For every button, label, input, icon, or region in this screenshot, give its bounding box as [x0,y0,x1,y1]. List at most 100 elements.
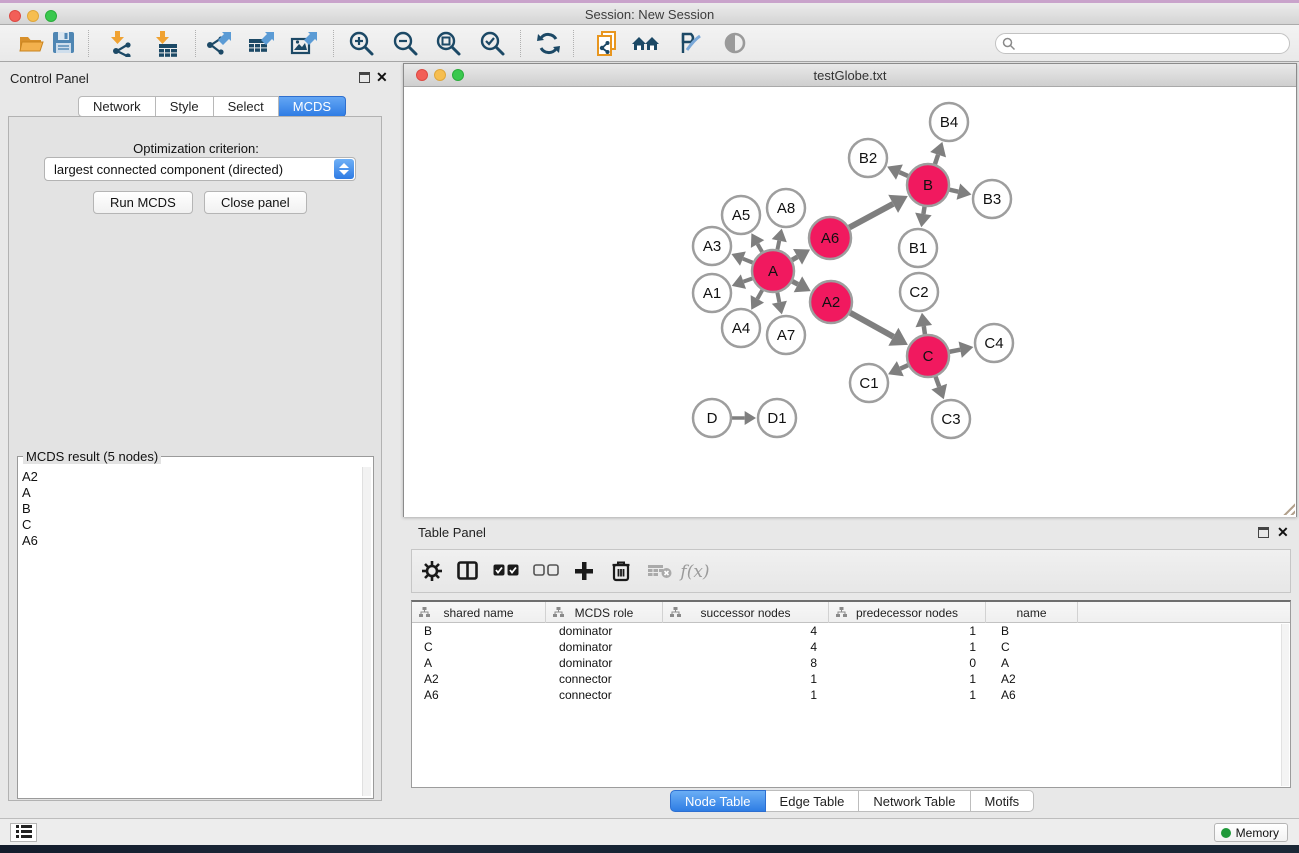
table-cell[interactable]: A [986,655,1078,671]
table-cell[interactable]: A6 [412,687,546,703]
table-cell[interactable]: C [412,639,546,655]
table-cell[interactable]: 1 [663,687,829,703]
edge-A-A7[interactable] [777,293,779,303]
refresh-icon[interactable] [533,30,563,58]
show-hide-icon[interactable] [720,30,750,58]
result-item[interactable]: C [22,517,352,533]
table-cell[interactable]: dominator [546,639,663,655]
table-row[interactable]: Adominator80A [412,655,1290,671]
table-row[interactable]: Cdominator41C [412,639,1290,655]
edge-B-B3[interactable] [949,190,958,192]
import-network-icon[interactable] [105,30,135,58]
add-column-icon[interactable] [568,557,600,587]
edge-A2-C[interactable] [850,313,893,337]
network-view-window[interactable]: testGlobe.txt AA1A2A3A4A5A6A7A8BB1B2B3B4… [403,63,1297,517]
result-scrollbar[interactable] [362,467,371,796]
tab-select[interactable]: Select [214,96,279,117]
run-mcds-button[interactable]: Run MCDS [93,191,193,214]
session-titlebar[interactable]: Session: New Session [0,3,1299,25]
table-cell[interactable]: 4 [663,639,829,655]
table-cell[interactable]: dominator [546,655,663,671]
column-header-MCDS-role[interactable]: MCDS role [546,602,663,623]
tab-node-table[interactable]: Node Table [670,790,766,812]
column-layout-icon[interactable] [452,557,484,587]
edge-A-A3[interactable] [743,259,753,263]
table-cell[interactable]: dominator [546,623,663,639]
result-item[interactable]: B [22,501,352,517]
column-header-name[interactable]: name [986,602,1078,623]
tab-network[interactable]: Network [78,96,156,117]
edge-B-B2[interactable] [899,172,908,176]
close-panel-button[interactable]: Close panel [204,191,307,214]
column-header-shared-name[interactable]: shared name [412,602,546,623]
table-panel-float-icon[interactable] [1258,527,1269,538]
tab-mcds[interactable]: MCDS [279,96,346,117]
table-cell[interactable]: A [412,655,546,671]
table-cell[interactable]: connector [546,687,663,703]
edge-B-B4[interactable] [935,155,938,164]
result-item[interactable]: A [22,485,352,501]
table-cell[interactable]: B [412,623,546,639]
table-cell[interactable]: connector [546,671,663,687]
edge-B-B1[interactable] [923,207,924,214]
table-cell[interactable]: B [986,623,1078,639]
table-cell[interactable]: 1 [829,639,986,655]
table-cell[interactable]: A2 [412,671,546,687]
memory-button[interactable]: Memory [1214,823,1288,842]
graphics-details-icon[interactable] [675,30,705,58]
table-cell[interactable]: C [986,639,1078,655]
edge-A-A1[interactable] [743,278,752,281]
table-cell[interactable]: 1 [829,623,986,639]
table-cell[interactable]: 0 [829,655,986,671]
import-table-icon[interactable] [150,30,180,58]
optimization-select[interactable]: largest connected component (directed) [44,157,356,181]
table-row[interactable]: A6connector11A6 [412,687,1290,703]
zoom-in-icon[interactable] [346,30,376,58]
mcds-result-list[interactable]: A2ABCA6 [22,469,352,549]
settings-gear-icon[interactable] [416,557,448,587]
task-history-icon[interactable] [10,823,37,842]
network-graph[interactable]: AA1A2A3A4A5A6A7A8BB1B2B3B4CC1C2C3C4DD1 [404,88,1296,517]
delete-column-icon[interactable] [605,557,637,587]
save-session-icon[interactable] [48,30,78,58]
edge-C-C2[interactable] [924,326,925,334]
table-scrollbar[interactable] [1281,624,1289,786]
home-layout-icon[interactable] [631,30,661,58]
table-cell[interactable]: 1 [663,671,829,687]
result-item[interactable]: A6 [22,533,352,549]
table-cell[interactable]: A2 [986,671,1078,687]
node-table[interactable]: shared nameMCDS rolesuccessor nodesprede… [411,600,1291,788]
search-field[interactable] [995,33,1290,54]
table-cell[interactable]: 4 [663,623,829,639]
export-table-icon[interactable] [245,30,275,58]
deselect-all-icon[interactable] [530,557,562,587]
tab-style[interactable]: Style [156,96,214,117]
edge-A-A2[interactable] [792,281,798,284]
select-all-icon[interactable] [490,557,522,587]
zoom-selected-icon[interactable] [477,30,507,58]
export-network-icon[interactable] [203,30,233,58]
search-input[interactable] [1020,35,1282,52]
table-cell[interactable]: A6 [986,687,1078,703]
edge-A-A8[interactable] [777,241,779,250]
table-row[interactable]: Bdominator41B [412,623,1290,639]
tab-network-table[interactable]: Network Table [859,790,970,812]
edge-A6-B[interactable] [849,204,893,228]
zoom-fit-icon[interactable] [433,30,463,58]
edge-C-C3[interactable] [936,377,940,387]
tab-edge-table[interactable]: Edge Table [766,790,860,812]
result-item[interactable]: A2 [22,469,352,485]
table-cell[interactable]: 8 [663,655,829,671]
edge-C-C4[interactable] [950,350,961,352]
clone-network-icon[interactable] [592,30,622,58]
table-cell[interactable]: 1 [829,687,986,703]
edge-A-A5[interactable] [758,244,763,252]
edge-C-C1[interactable] [900,365,908,369]
control-panel-float-icon[interactable] [359,72,370,83]
zoom-out-icon[interactable] [390,30,420,58]
table-panel-close-icon[interactable]: ✕ [1277,527,1289,538]
export-image-icon[interactable] [288,30,318,58]
open-session-icon[interactable] [15,30,45,58]
column-header-predecessor-nodes[interactable]: predecessor nodes [829,602,986,623]
column-header-successor-nodes[interactable]: successor nodes [663,602,829,623]
